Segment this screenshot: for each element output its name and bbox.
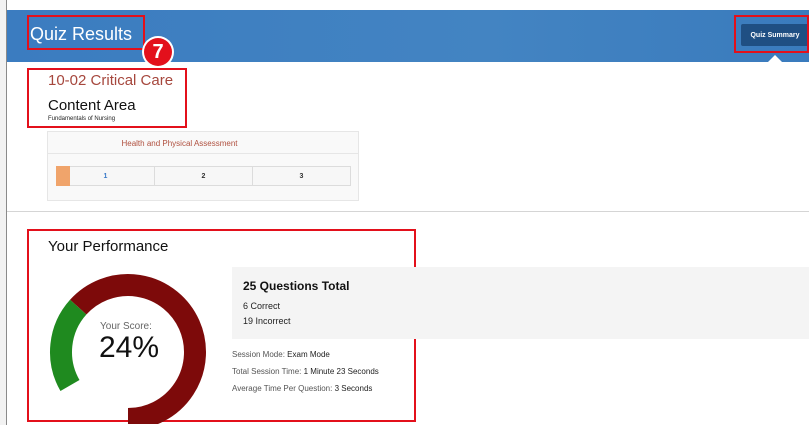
correct-arc: [50, 299, 87, 391]
window-left-border: [6, 0, 7, 425]
segment-1[interactable]: 1: [57, 167, 155, 185]
segment-2[interactable]: 2: [155, 167, 253, 185]
score-value: 24%: [99, 331, 160, 364]
total-time-value: 1 Minute 23 Seconds: [303, 367, 379, 376]
course-highlight-box: [27, 68, 187, 128]
session-mode: Session Mode: Exam Mode: [232, 350, 330, 359]
session-mode-value: Exam Mode: [287, 350, 330, 359]
quiz-summary-highlight-box: [734, 15, 809, 53]
questions-summary-box: [232, 267, 809, 339]
total-session-time: Total Session Time: 1 Minute 23 Seconds: [232, 367, 379, 376]
content-area-progress-bar: 1 2 3: [56, 166, 351, 186]
incorrect-count: 19 Incorrect: [243, 316, 291, 326]
questions-total: 25 Questions Total: [243, 279, 350, 293]
progress-marker: [56, 166, 70, 186]
avg-time-value: 3 Seconds: [334, 384, 373, 393]
title-highlight-box: [27, 15, 145, 50]
correct-count: 6 Correct: [243, 301, 281, 311]
section-divider: [7, 211, 809, 212]
session-mode-label: Session Mode:: [232, 350, 285, 359]
quiz-summary-caret-icon: [768, 55, 782, 62]
total-time-label: Total Session Time:: [232, 367, 302, 376]
average-time-per-question: Average Time Per Question: 3 Seconds: [232, 384, 372, 393]
segment-3[interactable]: 3: [253, 167, 350, 185]
content-area-card-divider: [47, 153, 359, 154]
avg-time-label: Average Time Per Question:: [232, 384, 333, 393]
content-area-card-title: Health and Physical Assessment: [121, 139, 238, 148]
step-badge: 7: [144, 38, 172, 66]
